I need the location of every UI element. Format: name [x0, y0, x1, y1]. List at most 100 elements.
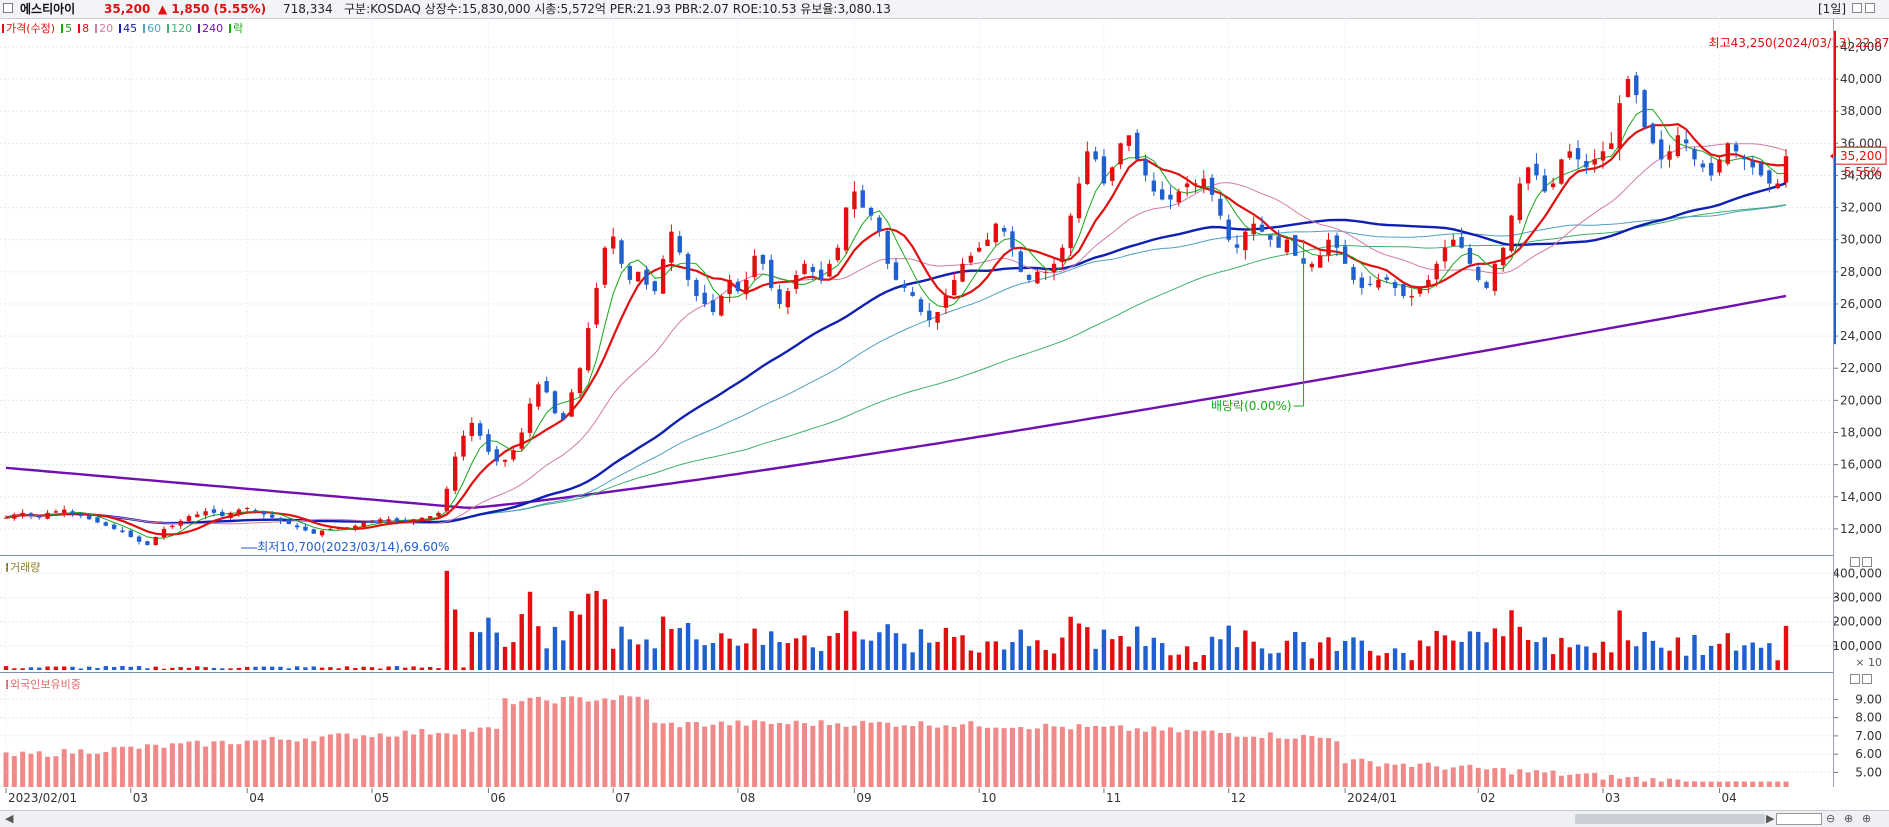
volume-bar	[461, 667, 466, 670]
candle-body	[1542, 175, 1547, 192]
zoom-reset-icon[interactable]: ⊕	[1862, 812, 1871, 825]
foreign-bar	[1226, 733, 1232, 787]
candle-body	[78, 514, 84, 517]
candle-body	[1767, 170, 1772, 184]
volume-bar	[1201, 655, 1206, 670]
volume-bar	[378, 668, 383, 670]
panel-divider[interactable]	[0, 555, 1833, 556]
volume-bar	[1717, 643, 1722, 670]
panel-maximize-icon[interactable]	[1850, 674, 1860, 684]
foreign-bar	[1475, 767, 1481, 787]
foreign-bar	[45, 756, 51, 787]
volume-bar	[868, 640, 874, 670]
candle-body	[1384, 277, 1389, 280]
candle-body	[1259, 224, 1265, 232]
candle-body	[1775, 183, 1780, 189]
volume-bar	[1234, 647, 1240, 670]
foreign-bar	[718, 721, 724, 787]
scroll-right-icon[interactable]: ▶	[1766, 812, 1774, 825]
candle-body	[1201, 178, 1206, 188]
candle-body	[877, 217, 882, 232]
candle-body	[145, 541, 150, 545]
volume-bar	[62, 666, 67, 670]
candle-body	[1035, 271, 1040, 284]
candle-body	[1642, 90, 1647, 128]
candle-body	[677, 236, 682, 253]
foreign-bar	[1134, 728, 1140, 787]
horizontal-scrollbar[interactable]: ◀ ▶ ⊖ ⊕ ⊕	[0, 810, 1889, 827]
volume-bar	[1384, 653, 1389, 670]
candle-body	[261, 511, 267, 515]
volume-bar	[694, 639, 699, 670]
foreign-bar	[402, 730, 408, 787]
volume-bar	[1650, 640, 1656, 670]
foreign-bar	[976, 726, 982, 787]
panel-close-icon[interactable]	[1862, 674, 1872, 684]
volume-bar	[1559, 637, 1564, 670]
volume-bar	[935, 641, 940, 670]
volume-bar	[1434, 630, 1439, 670]
candle-body	[1725, 143, 1730, 164]
foreign-bar	[1583, 773, 1589, 787]
candle-body	[635, 271, 641, 282]
candle-body	[1209, 177, 1215, 195]
volume-unit: × 10	[1855, 656, 1882, 669]
foreign-bar	[452, 734, 458, 787]
foreign-bar	[1600, 779, 1606, 787]
candle-body	[1251, 223, 1256, 235]
scroll-left-icon[interactable]: ◀	[5, 812, 13, 825]
candle-body	[286, 519, 292, 525]
foreign-bar	[1608, 774, 1614, 787]
zoom-out-icon[interactable]: ⊖	[1826, 812, 1835, 825]
volume-bar	[136, 666, 142, 670]
candle-body	[976, 247, 982, 252]
volume-bar	[1750, 642, 1755, 670]
foreign-bar	[1009, 727, 1015, 787]
candle-body	[1650, 123, 1656, 144]
volume-bar	[1184, 646, 1190, 670]
stock-chart[interactable]: 42,00040,00038,00036,00034,00032,00030,0…	[0, 0, 1889, 826]
candle-body	[1442, 247, 1448, 262]
volume-bar	[1218, 639, 1223, 670]
foreign-bar	[1284, 738, 1290, 787]
foreign-bar	[893, 726, 899, 787]
candle-body	[1567, 151, 1572, 158]
foreign-bar	[1450, 767, 1456, 787]
panel-maximize-icon[interactable]	[1850, 557, 1860, 567]
volume-bar	[1617, 610, 1622, 670]
foreign-bar	[203, 746, 209, 787]
volume-bar	[203, 667, 208, 670]
candle-body	[727, 279, 732, 294]
volume-bar	[1659, 647, 1664, 670]
foreign-bar	[1642, 781, 1648, 787]
foreign-bar	[1434, 766, 1440, 787]
candle-body	[1625, 79, 1631, 97]
x-tick-label: 2023/02/01	[8, 791, 77, 805]
foreign-bar	[1118, 725, 1124, 787]
panel-divider[interactable]	[0, 672, 1833, 673]
volume-bar	[760, 644, 766, 670]
candle-body	[386, 519, 391, 522]
volume-bar	[253, 666, 258, 670]
scroll-thumb[interactable]	[1575, 814, 1765, 824]
volume-bar	[145, 668, 150, 670]
candle-body	[669, 231, 674, 263]
volume-bar	[419, 667, 425, 670]
foreign-bar	[28, 753, 34, 787]
candle-body	[1600, 151, 1606, 161]
foreign-bar	[469, 731, 475, 787]
candle-body	[111, 524, 117, 529]
foreign-bar	[1650, 778, 1656, 787]
panel-close-icon[interactable]	[1862, 557, 1872, 567]
zoom-in-icon[interactable]: ⊕	[1844, 812, 1853, 825]
volume-bar	[1642, 631, 1647, 670]
volume-bar	[1359, 640, 1364, 670]
volume-bar	[1758, 647, 1764, 670]
volume-bar	[827, 635, 832, 670]
foreign-bar	[802, 723, 808, 787]
foreign-bar	[1109, 726, 1115, 787]
zoom-slider[interactable]	[1776, 813, 1822, 825]
foreign-bar	[901, 725, 907, 787]
foreign-bar	[702, 726, 708, 787]
volume-bar	[20, 668, 25, 670]
